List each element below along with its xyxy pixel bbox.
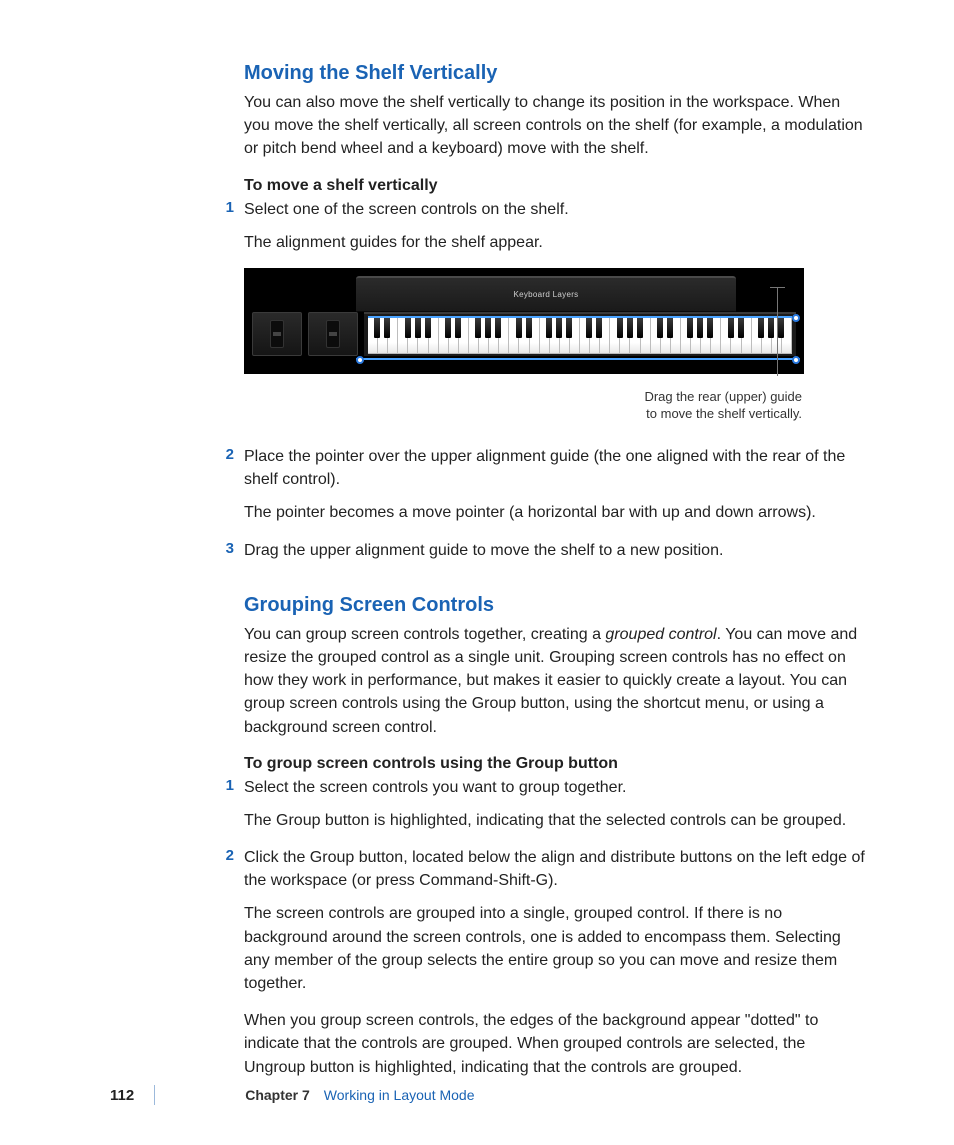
- callout-leader-line: [777, 288, 778, 376]
- chapter-title: Working in Layout Mode: [324, 1087, 475, 1103]
- step-number: 2: [222, 446, 244, 463]
- pitch-wheel: [252, 312, 302, 356]
- footer-divider: [154, 1085, 155, 1105]
- step-1: 1 Select one of the screen controls on t…: [222, 198, 869, 221]
- step-text: Select the screen controls you want to g…: [244, 776, 869, 799]
- step-g1-follow: The Group button is highlighted, indicat…: [244, 809, 869, 832]
- step-number: 1: [222, 777, 244, 794]
- selection-handle: [792, 356, 800, 364]
- figure-caption: Drag the rear (upper) guide to move the …: [632, 388, 802, 423]
- heading-grouping-controls: Grouping Screen Controls: [244, 594, 869, 617]
- step-g2: 2 Click the Group button, located below …: [222, 846, 869, 892]
- step-g2-follow2: When you group screen controls, the edge…: [244, 1009, 869, 1079]
- step-2: 2 Place the pointer over the upper align…: [222, 445, 869, 491]
- keyboard-layers-label: Keyboard Layers: [514, 290, 579, 299]
- alignment-guide-upper: [368, 316, 792, 318]
- alignment-guide-lower: [356, 358, 800, 360]
- chapter-label: Chapter 7: [245, 1087, 310, 1103]
- mod-wheel: [308, 312, 358, 356]
- step-text: Select one of the screen controls on the…: [244, 198, 869, 221]
- figure-keyboard-shelf: Keyboard Layers: [244, 268, 869, 423]
- intro-paragraph-2: You can group screen controls together, …: [244, 623, 869, 739]
- step-g2-follow1: The screen controls are grouped into a s…: [244, 902, 869, 995]
- step-text: Place the pointer over the upper alignme…: [244, 445, 869, 491]
- keyboard-top-shell: Keyboard Layers: [356, 276, 736, 312]
- step-text: Drag the upper alignment guide to move t…: [244, 539, 869, 562]
- task-label: To move a shelf vertically: [244, 177, 869, 195]
- figure-caption-area: Drag the rear (upper) guide to move the …: [244, 388, 804, 423]
- step-number: 2: [222, 847, 244, 864]
- task-label-2: To group screen controls using the Group…: [244, 755, 869, 773]
- heading-moving-shelf: Moving the Shelf Vertically: [244, 62, 869, 85]
- page-footer: 112 Chapter 7 Working in Layout Mode: [0, 1085, 954, 1105]
- selection-handle: [792, 314, 800, 322]
- step-1-follow: The alignment guides for the shelf appea…: [244, 231, 869, 254]
- step-g1: 1 Select the screen controls you want to…: [222, 776, 869, 799]
- step-2-follow: The pointer becomes a move pointer (a ho…: [244, 501, 869, 524]
- page-number: 112: [110, 1087, 134, 1104]
- document-page: Moving the Shelf Vertically You can also…: [0, 0, 954, 1079]
- step-3: 3 Drag the upper alignment guide to move…: [222, 539, 869, 562]
- piano-keys: [364, 312, 796, 356]
- selection-handle: [356, 356, 364, 364]
- keyboard-panel: Keyboard Layers: [244, 268, 804, 374]
- step-number: 3: [222, 540, 244, 557]
- step-text: Click the Group button, located below th…: [244, 846, 869, 892]
- intro-paragraph: You can also move the shelf vertically t…: [244, 91, 869, 161]
- keyboard-row: [252, 312, 796, 356]
- step-number: 1: [222, 199, 244, 216]
